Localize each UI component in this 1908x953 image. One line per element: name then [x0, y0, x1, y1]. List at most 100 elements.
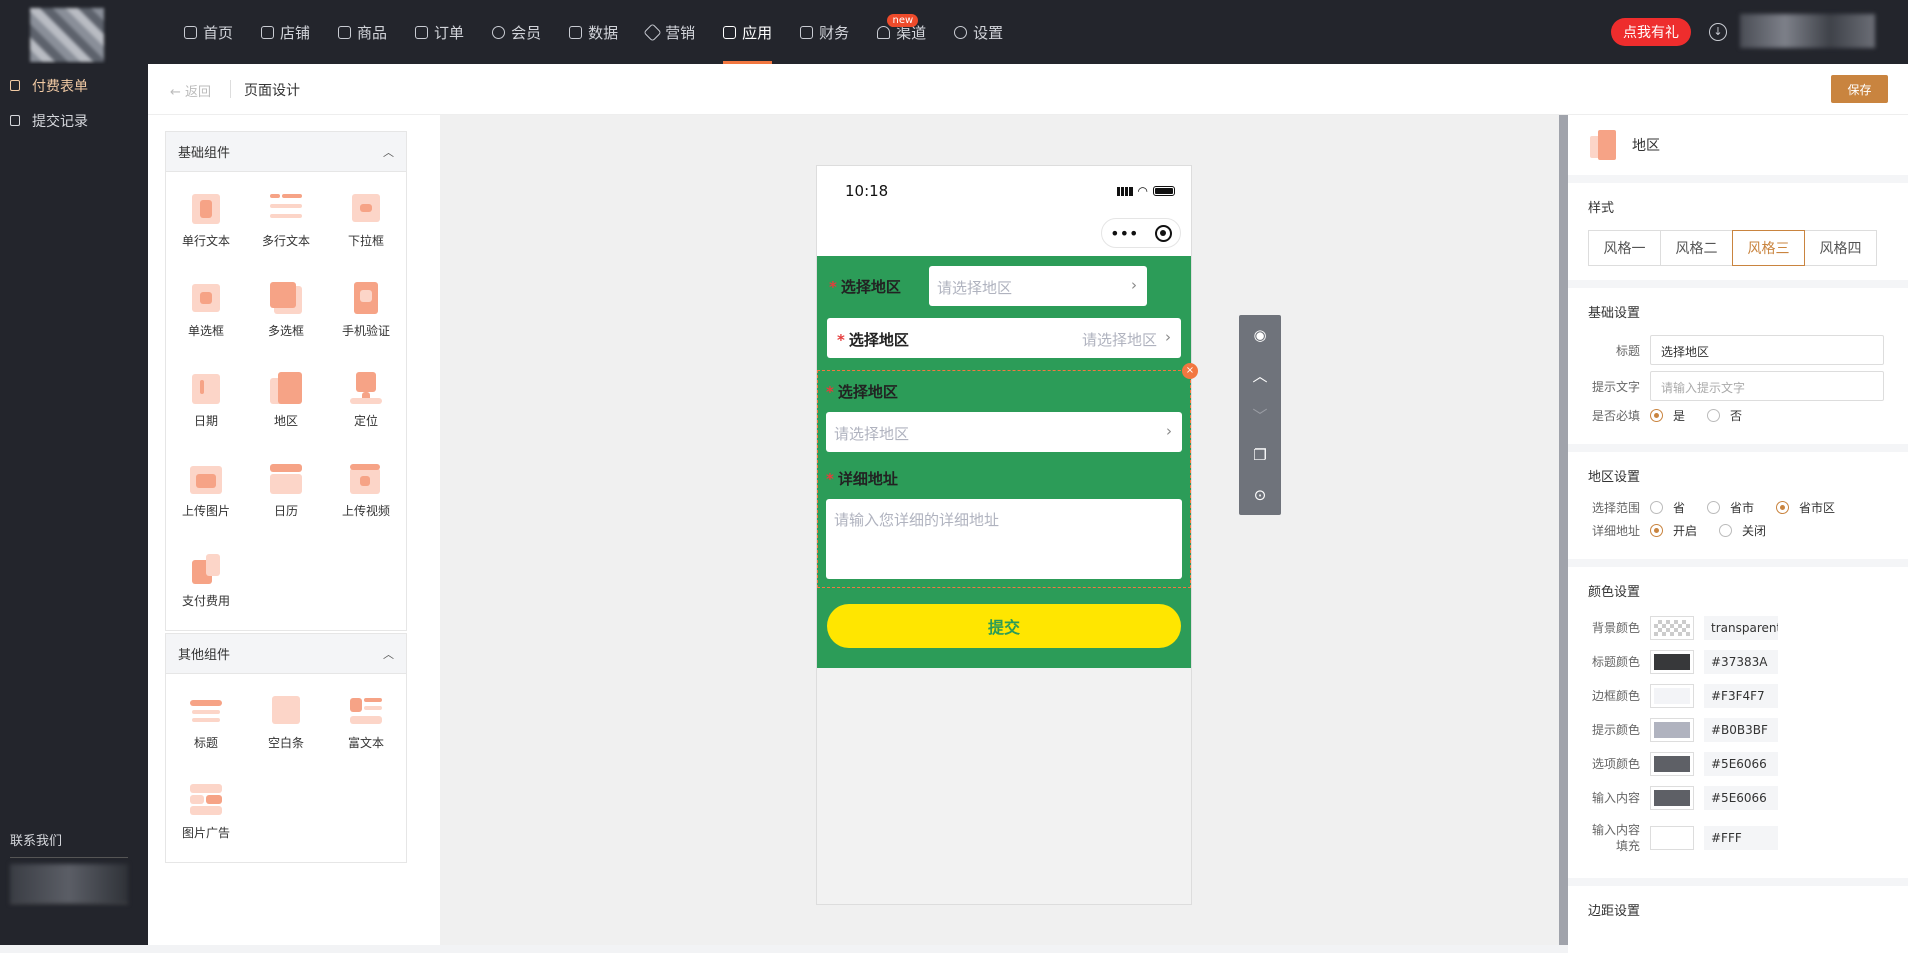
nav-member[interactable]: 会员	[478, 0, 555, 64]
color-swatch[interactable]	[1650, 650, 1694, 674]
region-field-style1[interactable]: * 选择地区 请选择地区 ›	[817, 256, 1191, 316]
download-icon[interactable]: ↓	[1709, 23, 1727, 41]
color-settings-card: 颜色设置 背景颜色 transparent 标题颜色 #37383A 边框颜色 #F3F4…	[1568, 567, 1908, 878]
palette-item[interactable]: 手机验证	[326, 270, 406, 360]
address-on-radio[interactable]: 开启	[1650, 522, 1697, 539]
wifi-icon: ◠	[1137, 184, 1148, 198]
palette-item[interactable]: 单行文本	[166, 180, 246, 270]
palette-item[interactable]: 空白条	[246, 682, 326, 772]
nav-order[interactable]: 订单	[401, 0, 478, 64]
palette-item[interactable]: 标题	[166, 682, 246, 772]
range-province-radio[interactable]: 省	[1650, 499, 1685, 516]
palette-item[interactable]: 单选框	[166, 270, 246, 360]
color-swatch[interactable]	[1650, 786, 1694, 810]
color-swatch[interactable]	[1650, 752, 1694, 776]
color-label: 输入内容填充	[1591, 823, 1640, 853]
nav-shop[interactable]: 店铺	[247, 0, 324, 64]
color-hex-input[interactable]: #37383A	[1704, 650, 1778, 674]
submit-button[interactable]: 提交	[827, 604, 1181, 648]
page-title: 页面设计	[244, 83, 300, 99]
sidebar-item-paid-form[interactable]: 付费表单	[0, 68, 148, 103]
color-rows: 背景颜色 transparent 标题颜色 #37383A 边框颜色 #F3F4F7 提示颜…	[1588, 614, 1888, 858]
new-badge: new	[887, 14, 919, 27]
palette-item[interactable]: 上传视频	[326, 450, 406, 540]
palette-item-label: 日期	[193, 414, 218, 428]
eye-icon[interactable]: ◉	[1239, 315, 1281, 355]
other-components-header[interactable]: 其他组件 ︿	[166, 634, 406, 674]
selected-region-field[interactable]: × * 选择地区 请选择地区 › * 详细地址 请输入您详细的详细地址	[817, 363, 1198, 588]
record-icon	[10, 115, 20, 126]
capsule-menu[interactable]: •••	[1101, 218, 1181, 248]
palette-item[interactable]: 支付费用	[166, 540, 246, 630]
nav-home[interactable]: 首页	[170, 0, 247, 64]
nav-marketing[interactable]: 营销	[632, 0, 709, 64]
chevron-up-icon: ︿	[383, 145, 394, 159]
component-icon	[270, 694, 302, 728]
color-hex-input[interactable]: #B0B3BF	[1704, 718, 1778, 742]
required-no-radio[interactable]: 否	[1707, 407, 1742, 424]
nav-app[interactable]: 应用	[709, 0, 786, 64]
palette-item[interactable]: 日历	[246, 450, 326, 540]
title-input[interactable]: 选择地区	[1650, 335, 1884, 365]
style-option-4[interactable]: 风格四	[1804, 230, 1877, 266]
settings-icon[interactable]: ⊙	[1239, 475, 1281, 515]
palette-item[interactable]: 多选框	[246, 270, 326, 360]
range-label: 选择范围	[1591, 501, 1640, 515]
move-up-icon[interactable]: ︿	[1239, 355, 1281, 395]
nav-data[interactable]: 数据	[555, 0, 632, 64]
address-textarea[interactable]: 请输入您详细的详细地址	[826, 499, 1182, 579]
color-hex-input[interactable]: #5E6066	[1704, 752, 1778, 776]
nav-goods[interactable]: 商品	[324, 0, 401, 64]
color-hex-input[interactable]: #5E6066	[1704, 786, 1778, 810]
move-down-icon[interactable]: ﹀	[1239, 395, 1281, 435]
color-swatch[interactable]	[1650, 826, 1694, 850]
address-off-radio[interactable]: 关闭	[1719, 522, 1766, 539]
range-city-radio[interactable]: 省市	[1707, 499, 1754, 516]
palette-item[interactable]: 日期	[166, 360, 246, 450]
user-info[interactable]	[1740, 14, 1875, 48]
region-select[interactable]: 请选择地区 ›	[826, 412, 1182, 452]
color-swatch[interactable]	[1650, 684, 1694, 708]
region-field-style2[interactable]: * 选择地区 请选择地区 ›	[827, 318, 1181, 358]
color-hex-input[interactable]: transparent	[1704, 616, 1778, 640]
palette-item[interactable]: 富文本	[326, 682, 406, 772]
hint-input[interactable]: 请输入提示文字	[1650, 371, 1884, 401]
required-yes-radio[interactable]: 是	[1650, 407, 1685, 424]
palette-item[interactable]: 地区	[246, 360, 326, 450]
order-icon	[415, 25, 429, 39]
component-icon	[350, 192, 382, 226]
save-button[interactable]: 保存	[1831, 75, 1888, 103]
nav-finance[interactable]: 财务	[786, 0, 863, 64]
gift-button[interactable]: 点我有礼	[1611, 18, 1691, 46]
range-district-radio[interactable]: 省市区	[1776, 499, 1835, 516]
copy-icon[interactable]: ❐	[1239, 435, 1281, 475]
palette-item[interactable]: 定位	[326, 360, 406, 450]
color-hex-input[interactable]: #FFF	[1704, 826, 1778, 850]
canvas-scrollbar[interactable]	[1559, 115, 1568, 945]
nav-channel[interactable]: 渠道 new	[863, 0, 940, 64]
palette-item-label: 手机验证	[341, 324, 390, 338]
palette-item[interactable]: 图片广告	[166, 772, 246, 862]
color-hex-input[interactable]: #F3F4F7	[1704, 684, 1778, 708]
nav-settings[interactable]: 设置	[940, 0, 1017, 64]
palette-item[interactable]: 下拉框	[326, 180, 406, 270]
component-icon	[270, 192, 302, 226]
style-option-2[interactable]: 风格二	[1660, 230, 1733, 266]
close-icon[interactable]: ×	[1182, 363, 1198, 379]
style-option-1[interactable]: 风格一	[1588, 230, 1661, 266]
region-select[interactable]: 请选择地区 ›	[929, 266, 1147, 306]
basic-components-header[interactable]: 基础组件 ︿	[166, 132, 406, 172]
palette-item[interactable]: 上传图片	[166, 450, 246, 540]
back-link[interactable]: ← 返回	[170, 81, 211, 100]
close-circle-icon[interactable]	[1154, 224, 1172, 242]
divider	[230, 80, 231, 98]
detail-address-label: 详细地址	[1591, 524, 1640, 538]
status-bar: 10:18 ◠	[817, 166, 1191, 216]
finance-icon	[800, 25, 814, 39]
color-swatch[interactable]	[1650, 718, 1694, 742]
color-swatch[interactable]	[1650, 616, 1694, 640]
palette-item[interactable]: 多行文本	[246, 180, 326, 270]
style-option-3[interactable]: 风格三	[1732, 230, 1805, 266]
sidebar-item-records[interactable]: 提交记录	[0, 103, 148, 138]
more-dots-icon[interactable]: •••	[1110, 224, 1138, 243]
